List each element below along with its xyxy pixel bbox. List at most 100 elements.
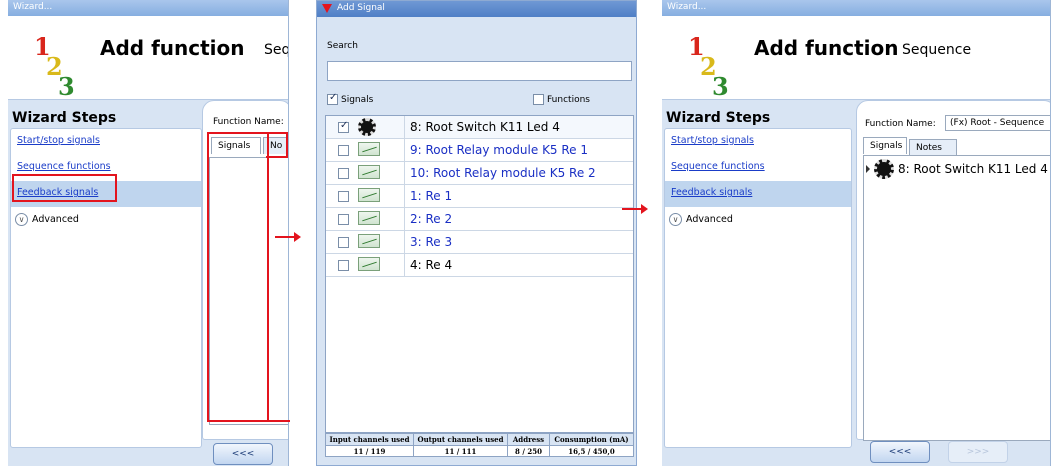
chevron-down-icon: ∨ [669,213,682,226]
signal-label: 9: Root Relay module K5 Re 1 [410,143,589,157]
signals-checkbox[interactable] [327,92,338,105]
dialog-title: Add Signal [337,3,385,13]
functions-checkbox[interactable] [533,94,544,105]
column-divider [404,139,405,162]
signal-checkbox[interactable] [338,260,349,271]
page-subtitle: Seq [264,42,289,58]
arrow-to-result [622,204,648,214]
advanced-toggle[interactable]: ∨ Advanced [11,207,201,232]
function-name-label: Function Name: [865,119,936,129]
signal-label: 4: Re 4 [410,258,453,272]
steps-logo: 1 2 3 [34,32,75,101]
signal-label: 10: Root Relay module K5 Re 2 [410,166,596,180]
wizard-steps-list: Start/stop signals Sequence functions Fe… [664,128,852,448]
function-box: Function Name: (Fx) Root - Sequence Sign… [856,100,1050,441]
step-feedback-signals[interactable]: Feedback signals [665,181,851,207]
wizard-steps: Wizard Steps Start/stop signals Sequence… [664,110,852,450]
column-divider [404,231,405,254]
signal-checkbox[interactable] [338,191,349,202]
switch-icon [358,118,384,136]
advanced-label: Advanced [686,214,733,225]
wizard-steps-title: Wizard Steps [666,110,771,126]
signal-checkbox[interactable] [338,214,349,225]
signal-row[interactable]: 4: Re 4 [326,254,633,277]
next-button[interactable]: >>> [948,441,1008,463]
relay-icon [358,233,384,251]
signal-checkbox[interactable] [338,237,349,248]
tab-signals[interactable]: Signals [863,137,907,154]
function-name-field[interactable]: (Fx) Root - Sequence [945,115,1050,131]
tab-notes[interactable]: No [263,137,287,154]
filter-functions[interactable]: Functions [533,94,590,105]
stat-input-channels: Input channels used 11 / 119 [326,434,414,456]
search-input[interactable] [327,61,632,81]
column-divider [404,208,405,231]
advanced-label: Advanced [32,214,79,225]
column-divider [404,162,405,185]
signals-list[interactable] [209,157,288,425]
stat-address: Address 8 / 250 [508,434,550,456]
tab-notes[interactable]: Notes [909,139,957,156]
back-button[interactable]: <<< [870,441,930,463]
signal-row[interactable]: 2: Re 2 [326,208,633,231]
add-signal-dialog: Add Signal Search Signals Functions 8: R… [316,0,637,466]
page-subtitle: Sequence [902,42,972,58]
step-sequence-functions[interactable]: Sequence functions [11,155,201,181]
step-feedback-signals[interactable]: Feedback signals [11,181,201,207]
steps-logo: 1 2 3 [688,32,729,101]
signal-label: 2: Re 2 [410,212,453,226]
step-start-stop-signals[interactable]: Start/stop signals [665,129,851,155]
relay-icon [358,187,384,205]
relay-icon [358,164,384,182]
column-divider [404,254,405,277]
chevron-down-icon: ∨ [15,213,28,226]
stat-consumption: Consumption (mA) 16,5 / 450,0 [550,434,633,456]
wizard-steps: Wizard Steps Start/stop signals Sequence… [10,110,202,450]
relay-icon [358,210,384,228]
signal-label: 8: Root Switch K11 Led 4 [410,120,560,134]
selected-signal-item[interactable]: 8: Root Switch K11 Led 4 [866,159,1048,179]
search-label: Search [327,41,358,51]
page-title: Add function [754,36,899,60]
wizard-panel-before: Wizard... 1 2 3 Add function Seq Wizard … [8,0,289,466]
signal-label: 1: Re 1 [410,189,453,203]
filter-signals[interactable]: Signals [327,92,373,105]
column-divider [404,116,405,139]
signal-row[interactable]: 9: Root Relay module K5 Re 1 [326,139,633,162]
expand-icon[interactable] [866,165,870,173]
column-divider [404,185,405,208]
signal-label: 3: Re 3 [410,235,453,249]
signal-row[interactable]: 10: Root Relay module K5 Re 2 [326,162,633,185]
step-sequence-functions[interactable]: Sequence functions [665,155,851,181]
selected-signal-label: 8: Root Switch K11 Led 4 [898,162,1048,176]
stat-output-channels: Output channels used 11 / 111 [414,434,508,456]
wizard-header: 1 2 3 Add function Sequence [662,16,1050,101]
signal-row[interactable]: 3: Re 3 [326,231,633,254]
window-title: Wizard... [662,0,1050,16]
app-logo-icon [322,4,332,13]
relay-icon [358,141,384,159]
signals-list[interactable]: 8: Root Switch K11 Led 4 [863,155,1050,441]
advanced-toggle[interactable]: ∨ Advanced [665,207,851,232]
filter-bar: Signals Functions [325,91,634,111]
wizard-steps-title: Wizard Steps [12,110,117,126]
page-title: Add function [100,36,245,60]
signal-row[interactable]: 8: Root Switch K11 Led 4 [326,116,633,139]
switch-icon [874,159,894,179]
tab-signals[interactable]: Signals [211,137,261,154]
signal-row[interactable]: 1: Re 1 [326,185,633,208]
signal-checkbox[interactable] [338,120,349,133]
function-name-label: Function Name: [213,117,284,127]
wizard-panel-after: Wizard... 1 2 3 Add function Sequence Wi… [662,0,1051,466]
resource-stats: Input channels used 11 / 119 Output chann… [325,433,634,457]
back-button[interactable]: <<< [213,443,273,465]
signal-checkbox[interactable] [338,168,349,179]
signal-checkbox[interactable] [338,145,349,156]
step-start-stop-signals[interactable]: Start/stop signals [11,129,201,155]
wizard-header: 1 2 3 Add function Seq [8,16,289,101]
function-box: Function Name: Signals No [202,100,288,440]
relay-icon [358,256,384,274]
window-title: Wizard... [8,0,288,16]
signal-list: 8: Root Switch K11 Led 4 9: Root Relay mo… [325,115,634,433]
wizard-steps-list: Start/stop signals Sequence functions Fe… [10,128,202,448]
